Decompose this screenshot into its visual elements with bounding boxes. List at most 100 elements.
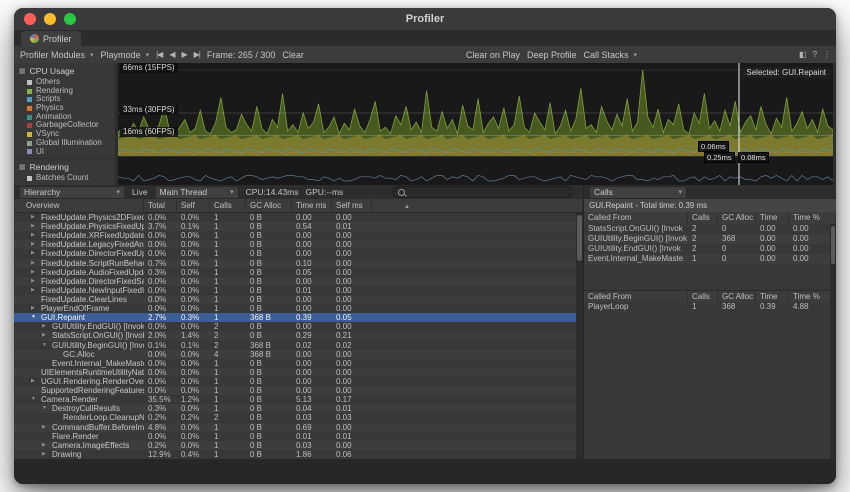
table-row[interactable]: ▶FixedUpdate.LegacyFixedAni0.0%0.0%10 B0… <box>14 240 576 249</box>
detail-row[interactable]: GUIUtility.BeginGUI() [Invok23680.000.00 <box>584 234 830 244</box>
legend-item-garbagecollector[interactable]: GarbageCollector <box>14 121 115 130</box>
table-row[interactable]: ▶FixedUpdate.DirectorFixedSa0.0%0.0%10 B… <box>14 277 576 286</box>
column-time-pct[interactable]: Time % <box>789 212 836 224</box>
playmode-dropdown[interactable]: Playmode ▾ <box>101 50 150 60</box>
column-overview[interactable]: Overview <box>14 199 144 212</box>
table-row[interactable]: ▶StatsScript.OnGUI() [Invoke2.0%1.4%20 B… <box>14 331 576 340</box>
profiler-modules-dropdown[interactable]: Profiler Modules ▾ <box>20 50 94 60</box>
table-row[interactable]: ▼DestroyCullResults0.3%0.0%10 B0.040.01 <box>14 404 576 413</box>
details-scrollbar[interactable] <box>830 224 836 459</box>
legend-item-rendering[interactable]: Rendering <box>14 87 115 96</box>
table-row[interactable]: ▶FixedUpdate.DirectorFixedUp0.0%0.0%10 B… <box>14 249 576 258</box>
tab-profiler[interactable]: Profiler <box>21 31 81 46</box>
disclosure-right-icon[interactable]: ▶ <box>42 322 50 331</box>
column-calls[interactable]: Calls <box>210 199 246 212</box>
zoom-button[interactable] <box>64 13 76 25</box>
column-total[interactable]: Total <box>144 199 177 212</box>
next-frame-button[interactable]: ▶ <box>181 50 186 59</box>
table-row[interactable]: ▶UGUI.Rendering.RenderOverl0.0%0.0%10 B0… <box>14 377 576 386</box>
scrollbar-thumb[interactable] <box>577 215 582 261</box>
clear-on-play-toggle[interactable]: Clear on Play <box>466 50 520 60</box>
disclosure-right-icon[interactable]: ▶ <box>31 231 39 240</box>
view-mode-dropdown[interactable]: Hierarchy ▾ <box>19 186 125 199</box>
column-self-ms[interactable]: Self ms <box>332 199 372 212</box>
legend-item-ui[interactable]: UI <box>14 148 115 157</box>
detail-row[interactable]: Event.Internal_MakeMaste100.000.00 <box>584 254 830 264</box>
table-row[interactable]: ▶FixedUpdate.PhysicsFixedUp3.7%0.1%10 B0… <box>14 222 576 231</box>
search-input[interactable] <box>409 188 566 197</box>
table-row[interactable]: ▶GUIUtility.EndGUI() [Invoke0.0%0.0%20 B… <box>14 322 576 331</box>
call-stacks-dropdown[interactable]: Call Stacks ▾ <box>583 50 637 60</box>
close-button[interactable] <box>24 13 36 25</box>
minimize-button[interactable] <box>44 13 56 25</box>
column-called-from[interactable]: Called From <box>584 212 688 224</box>
prev-frame-button[interactable]: ◀ <box>169 50 174 59</box>
column-time-ms[interactable]: Time ms <box>756 212 789 224</box>
legend-item-global-illumination[interactable]: Global Illumination <box>14 139 115 148</box>
module-header-rendering[interactable]: ▦Rendering <box>14 159 115 174</box>
live-toggle[interactable]: Live <box>132 187 148 197</box>
table-row[interactable]: ▶FixedUpdate.ScriptRunBehav0.7%0.0%10 B0… <box>14 259 576 268</box>
detail-row[interactable]: GUIUtility.EndGUI() [Invok200.000.00 <box>584 244 830 254</box>
thread-dropdown[interactable]: Main Thread ▾ <box>155 186 239 199</box>
disclosure-down-icon[interactable]: ▼ <box>42 341 50 350</box>
disclosure-right-icon[interactable]: ▶ <box>31 249 39 258</box>
table-row[interactable]: ▶Camera.ImageEffects0.2%0.0%10 B0.030.00 <box>14 441 576 450</box>
table-row[interactable]: ▶FixedUpdate.XRFixedUpdate0.0%0.0%10 B0.… <box>14 231 576 240</box>
scrollbar-thumb[interactable] <box>831 226 835 264</box>
table-row[interactable]: GC.Alloc0.0%0.0%4368 B0.000.00 <box>14 350 576 359</box>
disclosure-right-icon[interactable]: ▶ <box>42 441 50 450</box>
first-frame-button[interactable]: |◀ <box>156 50 162 59</box>
disclosure-right-icon[interactable]: ▶ <box>31 213 39 222</box>
detail-row[interactable]: PlayerLoop13680.394.88 <box>584 302 830 312</box>
search-field[interactable] <box>392 186 572 198</box>
column-gc-alloc[interactable]: GC Alloc <box>718 212 756 224</box>
header-marker-icon[interactable]: ▲ <box>404 204 410 210</box>
table-row[interactable]: ▶FixedUpdate.NewInputFixedU0.0%0.0%10 B0… <box>14 286 576 295</box>
table-row[interactable]: SupportedRenderingFeatures0.0%0.0%10 B0.… <box>14 386 576 395</box>
disclosure-down-icon[interactable]: ▼ <box>31 395 39 404</box>
clear-button[interactable]: Clear <box>282 50 304 60</box>
disclosure-down-icon[interactable]: ▼ <box>42 404 50 413</box>
window-layout-icon[interactable]: ◧ <box>799 50 806 59</box>
disclosure-right-icon[interactable]: ▶ <box>31 377 39 386</box>
disclosure-right-icon[interactable]: ▶ <box>31 222 39 231</box>
table-row[interactable]: Flare.Render0.0%0.0%10 B0.010.01 <box>14 432 576 441</box>
table-row[interactable]: FixedUpdate.ClearLines0.0%0.0%10 B0.000.… <box>14 295 576 304</box>
table-row[interactable]: RenderLoop.CleanupNoc0.2%0.2%20 B0.030.0… <box>14 413 576 422</box>
table-row[interactable]: UIElementsRuntimeUtilityNat0.0%0.0%10 B0… <box>14 368 576 377</box>
disclosure-right-icon[interactable]: ▶ <box>31 277 39 286</box>
hierarchy-scrollbar[interactable] <box>576 213 583 459</box>
disclosure-right-icon[interactable]: ▶ <box>42 423 50 432</box>
column-calls[interactable]: Calls <box>688 212 718 224</box>
legend-item-batches-count[interactable]: Batches Count <box>14 174 115 183</box>
deep-profile-toggle[interactable]: Deep Profile <box>527 50 577 60</box>
table-row[interactable]: ▼Camera.Render35.5%1.2%10 B5.130.17 <box>14 395 576 404</box>
disclosure-right-icon[interactable]: ▶ <box>42 331 50 340</box>
column-self[interactable]: Self <box>177 199 210 212</box>
column-gc-alloc[interactable]: GC Alloc <box>246 199 292 212</box>
help-icon[interactable]: ? <box>813 50 816 59</box>
disclosure-right-icon[interactable]: ▶ <box>31 304 39 313</box>
table-row[interactable]: ▶CommandBuffer.BeforeIma4.8%0.0%10 B0.69… <box>14 423 576 432</box>
disclosure-right-icon[interactable]: ▶ <box>31 259 39 268</box>
table-row[interactable]: ▼GUI.Repaint2.7%0.3%1368 B0.390.05 <box>14 313 576 322</box>
last-frame-button[interactable]: ▶| <box>194 50 200 59</box>
table-row[interactable]: ▶FixedUpdate.AudioFixedUpda0.3%0.0%10 B0… <box>14 268 576 277</box>
disclosure-right-icon[interactable]: ▶ <box>31 268 39 277</box>
kebab-menu-icon[interactable]: ⋮ <box>823 50 830 59</box>
legend-item-scripts[interactable]: Scripts <box>14 95 115 104</box>
disclosure-down-icon[interactable]: ▼ <box>31 313 39 322</box>
disclosure-right-icon[interactable]: ▶ <box>31 240 39 249</box>
column-time-ms[interactable]: Time ms <box>292 199 332 212</box>
detail-row[interactable]: StatsScript.OnGUI() [Invok200.000.00 <box>584 224 830 234</box>
disclosure-right-icon[interactable]: ▶ <box>42 450 50 459</box>
table-row[interactable]: ▶FixedUpdate.Physics2DFixedU0.0%0.0%10 B… <box>14 213 576 222</box>
disclosure-right-icon[interactable]: ▶ <box>31 286 39 295</box>
table-row[interactable]: ▶PlayerEndOfFrame0.0%0.0%10 B0.000.00 <box>14 304 576 313</box>
table-row[interactable]: ▶Drawing12.9%0.4%10 B1.860.06 <box>14 450 576 459</box>
module-header-cpu-usage[interactable]: ▦CPU Usage <box>14 63 115 78</box>
table-row[interactable]: Event.Internal_MakeMaster0.0%0.0%10 B0.0… <box>14 359 576 368</box>
details-mode-dropdown[interactable]: Calls ▾ <box>589 186 687 199</box>
table-row[interactable]: ▼GUIUtility.BeginGUI() [Invol0.1%0.1%236… <box>14 341 576 350</box>
